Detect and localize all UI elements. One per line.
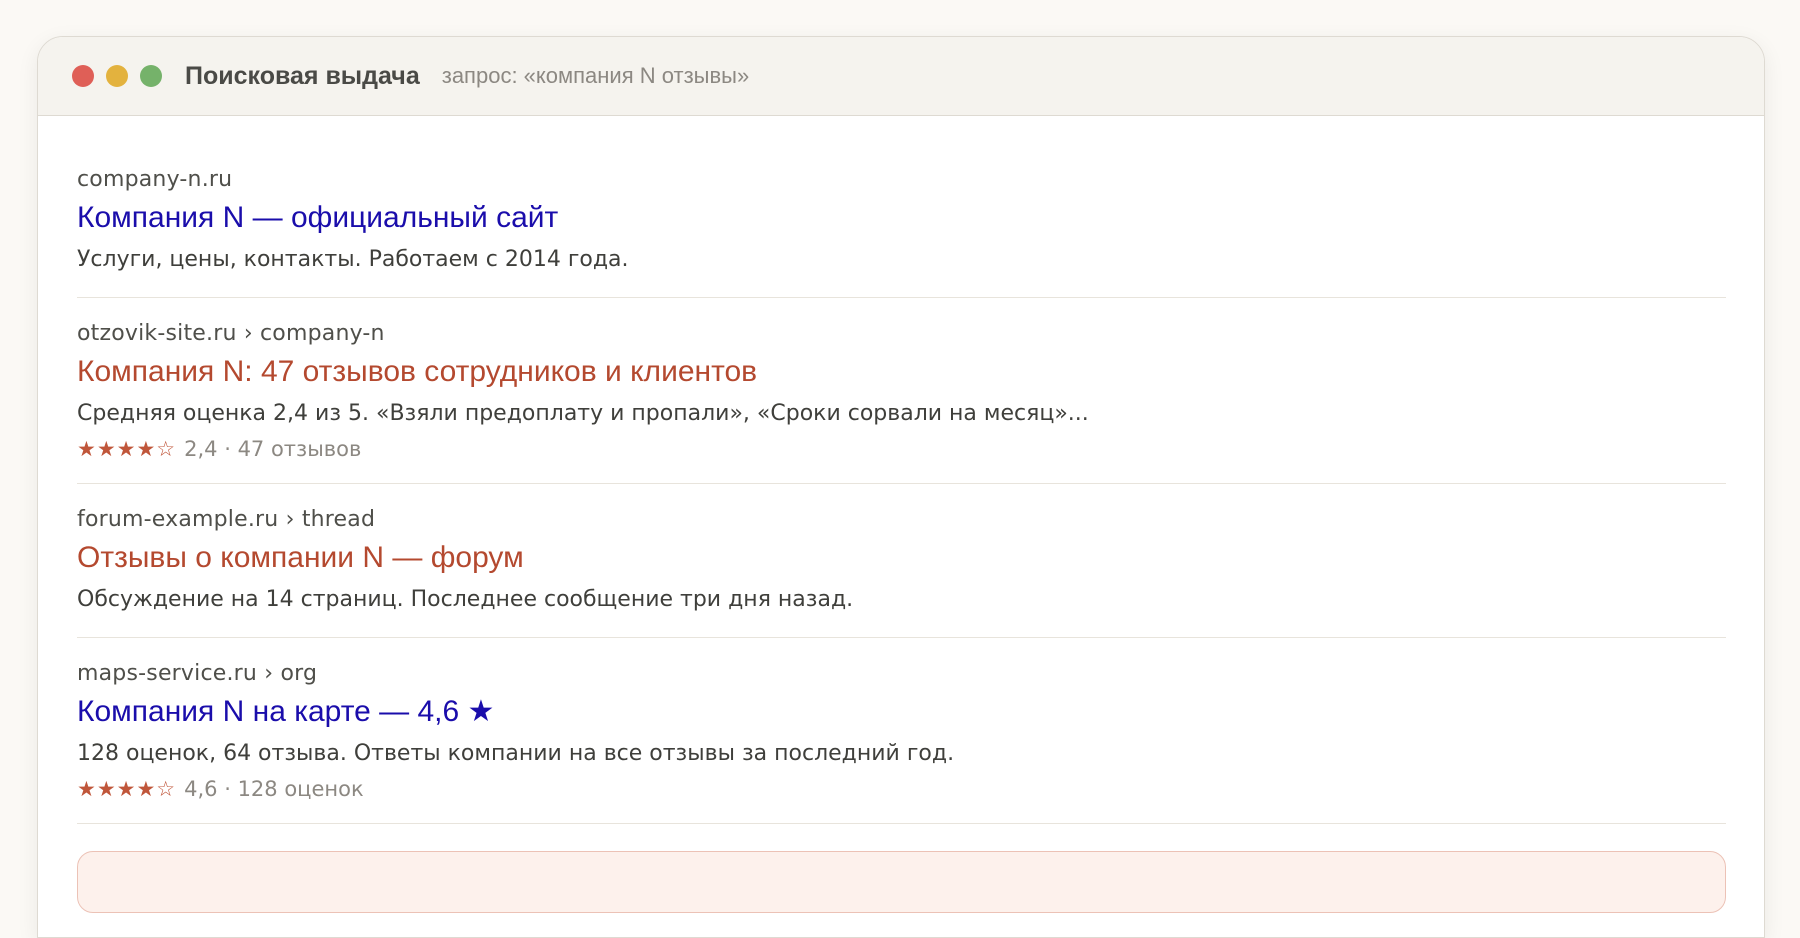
result-snippet: Обсуждение на 14 страниц. Последнее сооб… bbox=[77, 587, 854, 612]
result-rating: ★★★★☆ 2,4 · 47 отзывов bbox=[77, 434, 1726, 464]
search-result: otzovik-site.ru › company-n Компания N: … bbox=[77, 298, 1726, 484]
minimize-window-button[interactable] bbox=[106, 65, 128, 87]
title-bar: Поисковая выдача запрос: «компания N отз… bbox=[38, 37, 1764, 116]
rating-text: 2,4 · 47 отзывов bbox=[184, 437, 362, 461]
maximize-window-button[interactable] bbox=[140, 65, 162, 87]
result-rating: ★★★★☆ 4,6 · 128 оценок bbox=[77, 774, 1726, 804]
result-title-link[interactable]: Компания N на карте — 4,6 ★ bbox=[77, 692, 1726, 732]
result-url: forum-example.ru › thread bbox=[77, 507, 376, 532]
rating-stars-icon: ★★★★☆ bbox=[77, 777, 177, 801]
result-url: company-n.ru bbox=[77, 167, 233, 192]
close-window-button[interactable] bbox=[72, 65, 94, 87]
rating-stars-icon: ★★★★☆ bbox=[77, 437, 177, 461]
result-title-link[interactable]: Компания N: 47 отзывов сотрудников и кли… bbox=[77, 352, 1726, 392]
result-url: otzovik-site.ru › company-n bbox=[77, 321, 385, 346]
result-snippet: 128 оценок, 64 отзыва. Ответы компании н… bbox=[77, 741, 955, 766]
result-snippet: Услуги, цены, контакты. Работаем с 2014 … bbox=[77, 247, 629, 272]
result-title-link[interactable]: Компания N — официальный сайт bbox=[77, 198, 1726, 238]
search-results: company-n.ru Компания N — официальный са… bbox=[38, 116, 1764, 824]
window-title: Поисковая выдача bbox=[185, 61, 420, 90]
result-title-link[interactable]: Отзывы о компании N — форум bbox=[77, 538, 1726, 578]
result-url: maps-service.ru › org bbox=[77, 661, 318, 686]
browser-window: Поисковая выдача запрос: «компания N отз… bbox=[37, 36, 1765, 938]
warning-panel bbox=[77, 851, 1726, 913]
search-result: maps-service.ru › org Компания N на карт… bbox=[77, 638, 1726, 824]
search-result: company-n.ru Компания N — официальный са… bbox=[77, 116, 1726, 298]
result-snippet: Средняя оценка 2,4 из 5. «Взяли предопла… bbox=[77, 401, 1089, 426]
rating-text: 4,6 · 128 оценок bbox=[184, 777, 364, 801]
search-query: запрос: «компания N отзывы» bbox=[441, 63, 750, 88]
search-result: forum-example.ru › thread Отзывы о компа… bbox=[77, 484, 1726, 638]
